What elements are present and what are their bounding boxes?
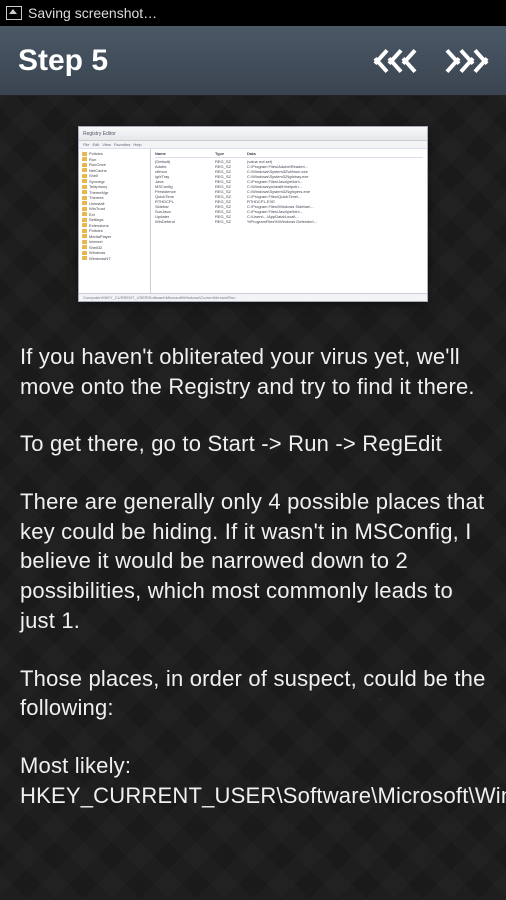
paragraph: If you haven't obliterated your virus ye…	[20, 342, 486, 401]
folder-icon	[82, 196, 87, 200]
thumb-menu-item: View	[102, 142, 111, 147]
thumb-body: PoliciesRunRunOnceNetCacheShellSyncmgrTe…	[79, 149, 427, 293]
thumb-status-bar: Computer\HKEY_CURRENT_USER\Software\Micr…	[79, 293, 427, 301]
folder-icon	[82, 157, 87, 161]
col-type: Type	[215, 151, 247, 156]
paragraph: There are generally only 4 possible plac…	[20, 487, 486, 635]
thumb-titlebar: Registry Editor	[79, 127, 427, 141]
android-status-bar: Saving screenshot…	[0, 0, 506, 26]
thumb-menu-item: Favorites	[114, 142, 130, 147]
folder-icon	[82, 207, 87, 211]
folder-icon	[82, 163, 87, 167]
thumb-list-row: WinDefendREG_SZ%ProgramFiles%\Windows De…	[155, 219, 423, 224]
thumb-cell: WinDefend	[155, 219, 215, 224]
next-button[interactable]	[446, 47, 488, 75]
prev-button[interactable]	[374, 47, 416, 75]
folder-icon	[82, 201, 87, 205]
folder-icon	[82, 229, 87, 233]
thumb-list-header: Name Type Data	[155, 151, 423, 158]
folder-icon	[82, 251, 87, 255]
thumb-menubar: File Edit View Favorites Help	[79, 141, 427, 149]
folder-icon	[82, 218, 87, 222]
folder-icon	[82, 168, 87, 172]
paragraph: Most likely: HKEY_CURRENT_USER\Software\…	[20, 751, 486, 810]
folder-icon	[82, 212, 87, 216]
thumb-cell: REG_SZ	[215, 219, 247, 224]
thumb-tree-panel: PoliciesRunRunOnceNetCacheShellSyncmgrTe…	[79, 149, 151, 293]
thumb-list-panel: Name Type Data (Default)REG_SZ(value not…	[151, 149, 427, 293]
folder-icon	[82, 185, 87, 189]
thumb-menu-item: Help	[133, 142, 141, 147]
app-header: Step 5	[0, 26, 506, 96]
chevron-right-icon	[446, 47, 460, 75]
paragraph: To get there, go to Start -> Run -> RegE…	[20, 429, 486, 459]
thumb-tree-item: WindowsNT	[82, 256, 147, 262]
thumb-menu-item: Edit	[92, 142, 99, 147]
status-text: Saving screenshot…	[28, 5, 157, 21]
picture-icon	[6, 6, 22, 20]
thumb-status-path: Computer\HKEY_CURRENT_USER\Software\Micr…	[83, 295, 236, 300]
folder-icon	[82, 179, 87, 183]
col-data: Data	[247, 151, 367, 156]
content-area: Registry Editor File Edit View Favorites…	[0, 96, 506, 900]
thumb-window-title: Registry Editor	[83, 131, 116, 137]
folder-icon	[82, 234, 87, 238]
folder-icon	[82, 240, 87, 244]
thumb-menu-item: File	[83, 142, 89, 147]
folder-icon	[82, 256, 87, 260]
registry-editor-thumbnail[interactable]: Registry Editor File Edit View Favorites…	[78, 126, 428, 302]
chevron-left-icon	[388, 47, 402, 75]
folder-icon	[82, 190, 87, 194]
paragraph: Those places, in order of suspect, could…	[20, 664, 486, 723]
thumb-cell: %ProgramFiles%\Windows Defender\...	[247, 219, 367, 224]
article-body: If you haven't obliterated your virus ye…	[20, 342, 486, 810]
folder-icon	[82, 245, 87, 249]
chevron-left-icon	[374, 47, 388, 75]
chevron-right-icon	[474, 47, 488, 75]
folder-icon	[82, 152, 87, 156]
chevron-right-icon	[460, 47, 474, 75]
thumb-tree-label: WindowsNT	[89, 256, 111, 262]
thumb-list-rows: (Default)REG_SZ(value not set)AdobeREG_S…	[155, 159, 423, 224]
page-title: Step 5	[18, 44, 108, 78]
col-name: Name	[155, 151, 215, 156]
folder-icon	[82, 223, 87, 227]
nav-arrows	[374, 47, 488, 75]
folder-icon	[82, 174, 87, 178]
chevron-left-icon	[402, 47, 416, 75]
